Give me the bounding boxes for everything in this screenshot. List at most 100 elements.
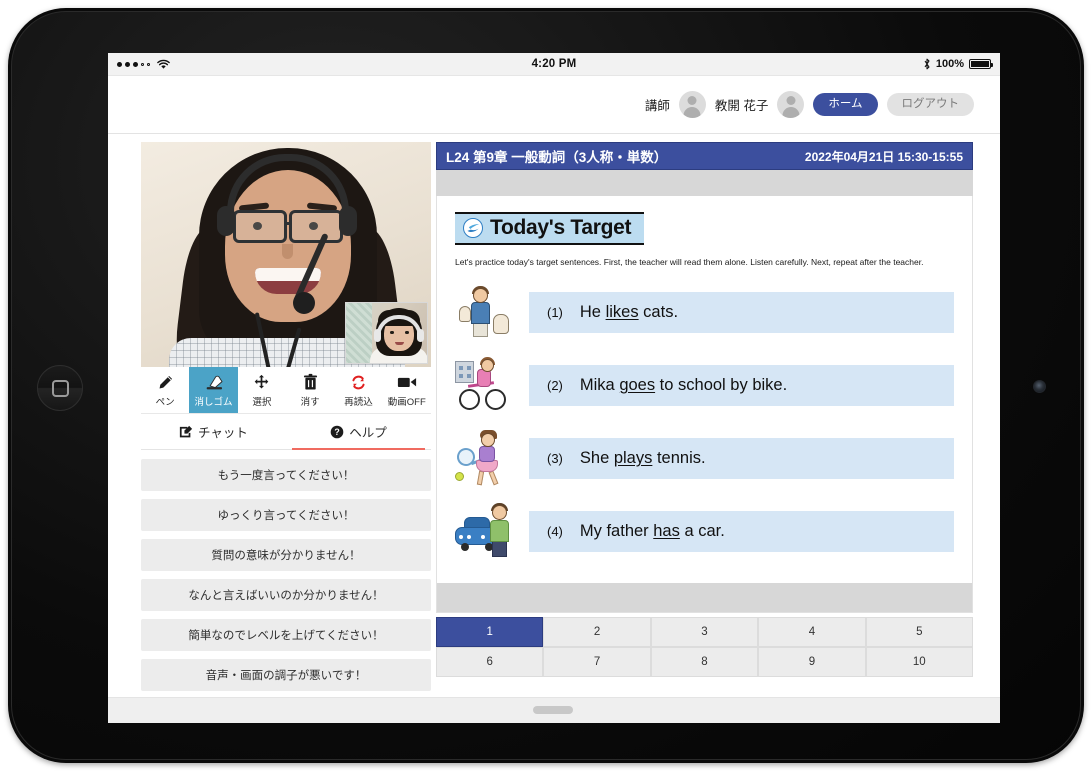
teacher-glasses-bridge [287,222,292,225]
sentence-number: (3) [547,451,563,467]
target-verb: goes [619,376,656,395]
status-bar-clock: 4:20 PM [531,58,577,70]
father-head [492,504,507,520]
sentence-row: (4) My father has a car. [455,502,954,561]
sentence-box[interactable]: (1) He likes cats. [529,292,954,334]
teacher-headset-cup-left [217,206,235,236]
cat-left [459,305,471,322]
father-pants [492,540,507,557]
school-building [455,360,474,383]
student-headset-cup-left [374,329,381,342]
ios-status-bar: 4:20 PM 100% [108,53,1000,76]
worksheet[interactable]: Today's Target Let's practice today's ta… [436,196,973,583]
app-header: 講師 教開 花子 ホーム ログアウト [108,76,1000,134]
tool-video-off-label: 動画OFF [387,396,426,408]
tennis-girl-leg-left [476,470,485,486]
worksheet-footer-bar [436,583,973,613]
boy-head [473,287,488,303]
logout-button[interactable]: ログアウト [886,93,974,116]
sentence-number: (1) [547,305,563,321]
page-button-3[interactable]: 3 [650,617,759,647]
car-headlight-right [481,534,485,539]
tool-clear[interactable]: 消す [286,367,334,413]
boy-body [471,301,490,324]
student-video-pip[interactable] [345,302,428,364]
target-verb: likes [605,303,639,322]
tab-help[interactable]: ? ヘルプ [286,414,431,450]
help-phrase-item[interactable]: 音声・画面の調子が悪いです！ [141,659,431,691]
home-button-square-icon [51,379,69,397]
tool-reload[interactable]: 再読込 [334,367,382,413]
tool-eraser[interactable]: 消しゴム [189,367,238,413]
sentence-box[interactable]: (3) She plays tennis. [529,438,954,480]
car-headlight-left [459,534,463,539]
move-select-icon [253,373,270,392]
girl-head [481,358,494,372]
worksheet-description: Let's practice today's target sentences.… [455,257,924,267]
tab-chat-label: チャット [198,426,248,440]
page-button-4[interactable]: 4 [758,617,866,647]
teacher-glasses-right [289,210,343,243]
student-headset-cup-right [417,329,424,342]
swoosh-logo-icon [463,218,483,238]
sentence-row: (1) He likes cats. [455,284,954,342]
page-button-7[interactable]: 7 [543,647,651,677]
role-label: 講師 [644,99,670,113]
car-headlight-mid [467,534,471,539]
help-phrase-item[interactable]: 質問の意味が分かりません！ [141,539,431,571]
help-phrase-item[interactable]: なんと言えばいいのか分かりません！ [141,579,431,611]
pip-wall [346,303,372,363]
tennis-ball [455,471,464,481]
drawing-toolbar: ペン 消しゴム 選択 消す 再読込 動画OFF [141,367,431,414]
teacher-nose [282,244,293,259]
svg-text:?: ? [335,427,340,437]
sentence-box[interactable]: (2) Mika goes to school by bike. [529,365,954,407]
tennis-girl-leg-right [488,470,499,486]
father-body [490,519,509,542]
page-button-8[interactable]: 8 [650,647,759,677]
page-button-9[interactable]: 9 [758,647,866,677]
teacher-video[interactable] [141,142,431,367]
sentence-row: (3) She plays tennis. [454,429,954,488]
tab-help-label: ヘルプ [349,426,387,440]
tennis-girl-head [481,432,495,447]
horizontal-scroll-handle[interactable] [533,706,573,714]
tool-clear-label: 消す [300,396,320,408]
help-phrase-list: もう一度言ってください！ ゆっくり言ってください！ 質問の意味が分かりません！ … [141,450,431,691]
bike-wheel-right [485,388,506,410]
sentence-box[interactable]: (4) My father has a car. [529,511,954,553]
teacher-headset-cup-right [339,206,357,236]
tab-chat[interactable]: チャット [141,414,286,449]
app-body: ペン 消しゴム 選択 消す 再読込 動画OFF チャット ? ヘルプ もう一度言… [108,134,1000,723]
lesson-datetime: 2022年04月21日 15:30-15:55 [804,149,963,164]
page-button-10[interactable]: 10 [865,647,973,677]
help-phrase-item[interactable]: ゆっくり言ってください！ [141,499,431,531]
tool-video-off[interactable]: 動画OFF [383,367,431,413]
teacher-microphone [293,292,315,314]
home-button[interactable]: ホーム [813,93,878,116]
teacher-glasses-left [233,210,287,243]
bluetooth-icon [924,58,930,70]
screen: 4:20 PM 100% 講師 教開 花子 ホーム ログアウト ペン 消しゴム … [108,53,1000,723]
tool-select[interactable]: 選択 [238,367,286,413]
battery-icon [969,59,993,69]
page-button-1[interactable]: 1 [436,617,544,647]
target-verb: plays [613,449,653,468]
tablet-device: 4:20 PM 100% 講師 教開 花子 ホーム ログアウト ペン 消しゴム … [8,8,1084,763]
help-question-icon: ? [330,425,344,438]
page-button-6[interactable]: 6 [436,647,544,677]
help-phrase-item[interactable]: もう一度言ってください！ [141,459,431,491]
todays-target-title: Today's Target [490,216,632,239]
page-button-2[interactable]: 2 [543,617,651,647]
trash-icon [303,373,318,392]
sentence-text: She plays tennis. [579,449,706,468]
man-with-car-icon [455,502,515,561]
target-verb: has [653,522,680,541]
device-home-button[interactable] [37,365,83,411]
page-button-5[interactable]: 5 [865,617,973,647]
help-phrase-item[interactable]: 簡単なのでレベルを上げてください！ [141,619,431,651]
tennis-racket [454,445,478,469]
lesson-panel: L24 第9章 一般動詞（3人称・単数） 2022年04月21日 15:30-1… [436,142,973,723]
tool-pen[interactable]: ペン [141,367,189,413]
bike-wheel-left [459,388,480,410]
